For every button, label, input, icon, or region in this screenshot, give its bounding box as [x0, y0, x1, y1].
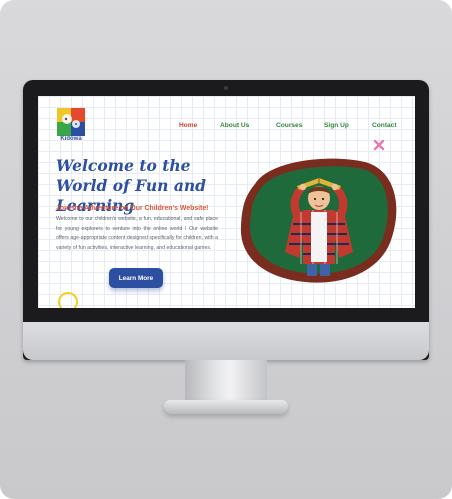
monitor-stand-neck — [185, 360, 267, 402]
ring-doodle-icon — [58, 292, 78, 308]
x-doodle-icon — [373, 139, 385, 151]
nav-sign-up[interactable]: Sign Up — [324, 122, 349, 129]
website-screen: Kidowa Home About Us Courses Sign Up Con… — [38, 96, 415, 308]
nav-home[interactable]: Home — [179, 122, 197, 129]
nav-about-us[interactable]: About Us — [220, 122, 249, 129]
learn-more-button[interactable]: Learn More — [109, 268, 163, 288]
hero-photo — [240, 158, 397, 283]
monitor-chin — [23, 322, 429, 360]
webcam-dot — [224, 86, 228, 90]
nav-courses[interactable]: Courses — [276, 122, 302, 129]
nav-contact[interactable]: Contact — [372, 122, 397, 129]
logo-text: Kidowa — [60, 136, 82, 142]
hero-subtitle: Join the Adventure on Our Children's Web… — [56, 205, 209, 212]
site-logo[interactable]: Kidowa — [55, 108, 87, 144]
logo-mark-icon — [57, 108, 85, 136]
hero-description: Welcome to our children's website, a fun… — [56, 216, 218, 251]
monitor-stand-base — [164, 400, 288, 414]
